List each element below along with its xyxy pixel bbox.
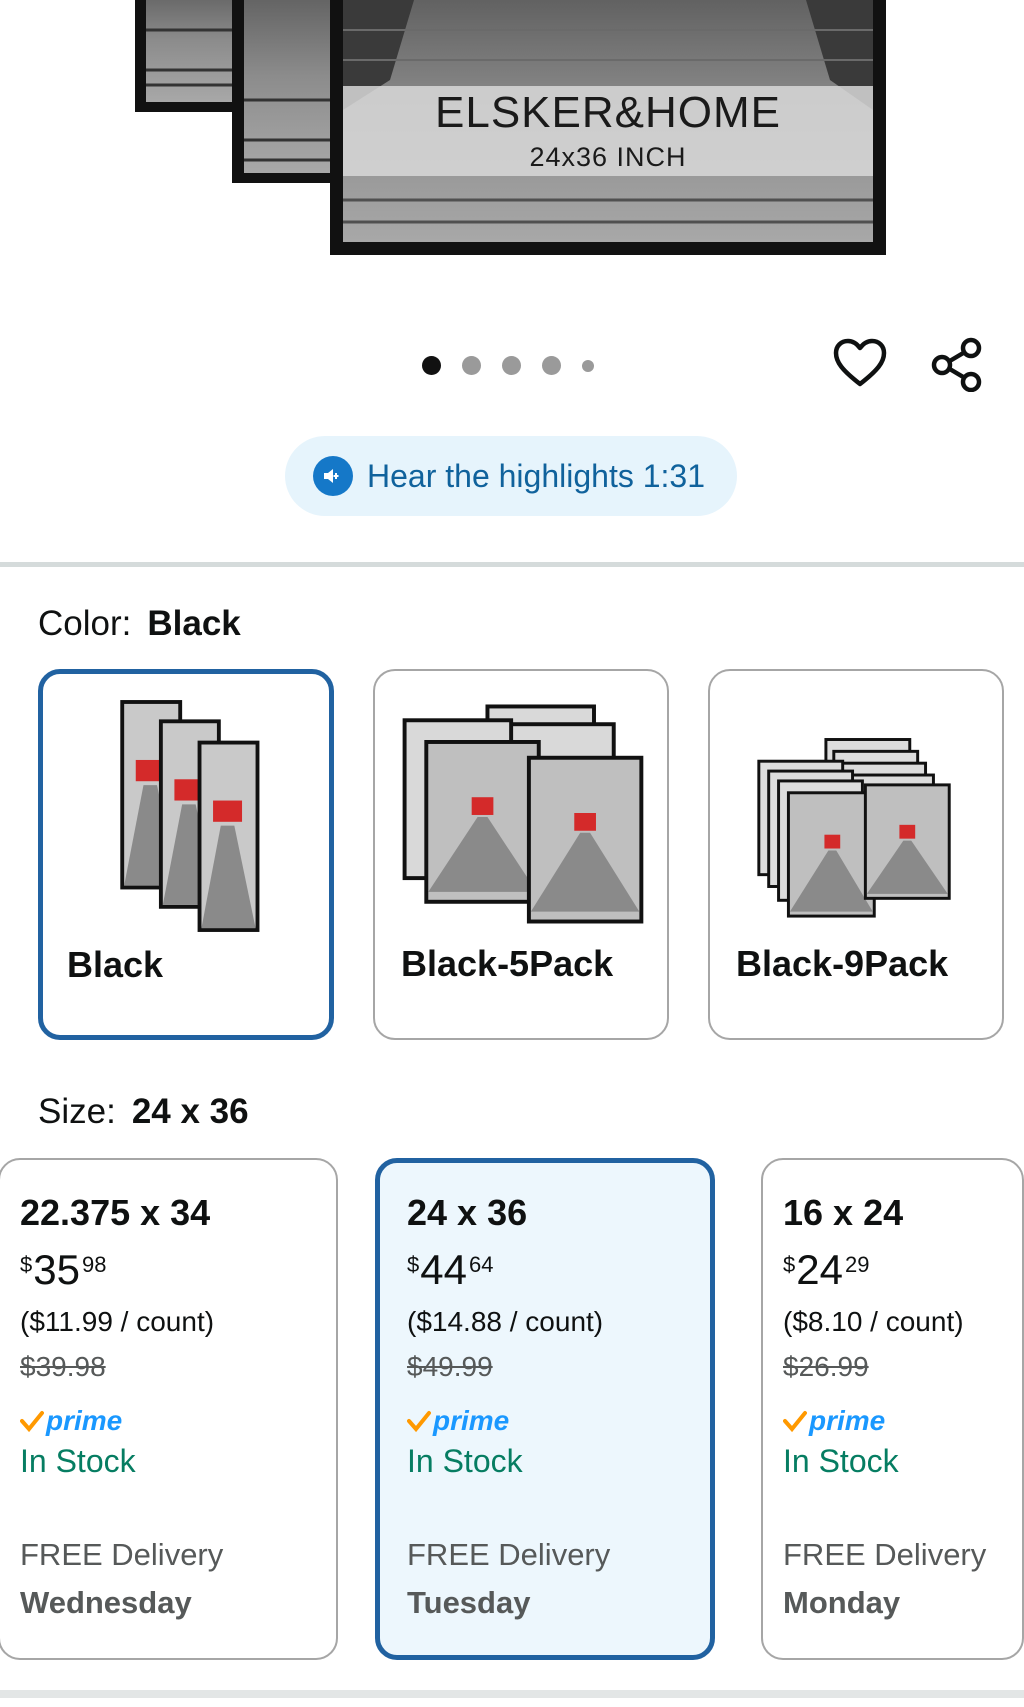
color-label: Color: Black — [38, 604, 241, 644]
price-whole: 24 — [796, 1246, 843, 1293]
size-selected-value: 24 x 36 — [131, 1092, 249, 1131]
color-option-black-5pack[interactable]: Black-5Pack — [373, 669, 669, 1040]
price-currency: $ — [20, 1252, 33, 1277]
stock-status: In Stock — [407, 1443, 523, 1479]
delivery-label: FREE Delivery — [783, 1537, 987, 1572]
price-fraction: 98 — [81, 1252, 107, 1277]
size-option-22-375x34[interactable]: 22.375 x 34 $35 98 ($11.99 / count) $39.9… — [0, 1158, 338, 1660]
list-price: $39.98 — [20, 1351, 106, 1382]
price-whole: 35 — [33, 1246, 80, 1293]
size-label-prefix: Size: — [38, 1092, 116, 1131]
color-option-name: Black-5Pack — [401, 943, 614, 984]
hear-highlights-label: Hear the highlights 1:31 — [367, 457, 705, 494]
prime-badge: prime — [407, 1399, 710, 1443]
list-price: $49.99 — [407, 1351, 493, 1382]
delivery-day: Wednesday — [20, 1585, 192, 1620]
delivery-day: Monday — [783, 1585, 901, 1620]
color-option-black-9pack[interactable]: Black-9Pack — [708, 669, 1004, 1040]
price: $24 29 — [783, 1246, 1022, 1306]
heart-icon[interactable] — [832, 336, 888, 392]
color-selected-value: Black — [147, 604, 241, 643]
color-option-thumbnail — [120, 700, 260, 932]
price-whole: 44 — [420, 1246, 467, 1293]
delivery-label: FREE Delivery — [20, 1537, 224, 1572]
price-per-count: ($8.10 / count) — [783, 1306, 964, 1337]
prime-label: prime — [809, 1405, 886, 1436]
color-option-name: Black — [67, 944, 164, 985]
price-currency: $ — [783, 1252, 796, 1277]
speaker-icon — [313, 456, 353, 496]
size-label: Size: 24 x 36 — [38, 1092, 249, 1132]
carousel-dot-5[interactable] — [582, 359, 594, 372]
price-per-count: ($11.99 / count) — [20, 1306, 215, 1337]
hero-size-text: 24x36 INCH — [529, 142, 687, 172]
carousel-dots[interactable] — [422, 356, 615, 375]
prime-label: prime — [433, 1405, 510, 1436]
prime-check-icon — [407, 1411, 431, 1433]
stock-status: In Stock — [783, 1443, 899, 1479]
section-divider — [0, 562, 1024, 567]
price-fraction: 29 — [844, 1252, 870, 1277]
size-option-16x24[interactable]: 16 x 24 $24 29 ($8.10 / count) $26.99 pri… — [761, 1158, 1024, 1660]
prime-badge: prime — [783, 1399, 1022, 1443]
color-option-name: Black-9Pack — [736, 943, 949, 984]
size-option-name: 16 x 24 — [783, 1192, 904, 1233]
carousel-dot-4[interactable] — [542, 356, 561, 375]
price-fraction: 64 — [468, 1252, 494, 1277]
hero-brand-text: ELSKER&HOME — [435, 88, 781, 137]
color-option-thumbnail — [402, 704, 644, 924]
color-option-thumbnail — [757, 738, 951, 918]
size-option-name: 22.375 x 34 — [20, 1192, 211, 1233]
carousel-dot-1[interactable] — [422, 356, 441, 375]
prime-check-icon — [20, 1411, 44, 1433]
prime-label: prime — [46, 1405, 123, 1436]
color-label-prefix: Color: — [38, 604, 132, 643]
stock-status: In Stock — [20, 1443, 136, 1479]
size-option-name: 24 x 36 — [407, 1192, 528, 1233]
price: $35 98 — [20, 1246, 336, 1306]
hear-highlights-button[interactable]: Hear the highlights 1:31 — [285, 436, 737, 516]
product-image[interactable]: ELSKER&HOME 24x36 INCH — [0, 0, 1024, 290]
prime-badge: prime — [20, 1399, 336, 1443]
price: $44 64 — [407, 1246, 710, 1306]
delivery-day: Tuesday — [407, 1585, 531, 1620]
price-currency: $ — [407, 1252, 420, 1277]
color-option-black[interactable]: Black — [38, 669, 334, 1040]
price-per-count: ($14.88 / count) — [407, 1306, 604, 1337]
delivery-label: FREE Delivery — [407, 1537, 611, 1572]
section-divider-bottom — [0, 1690, 1024, 1698]
prime-check-icon — [783, 1411, 807, 1433]
list-price: $26.99 — [783, 1351, 869, 1382]
share-icon[interactable] — [930, 336, 986, 393]
size-option-24x36[interactable]: 24 x 36 $44 64 ($14.88 / count) $49.99 pr… — [375, 1158, 715, 1660]
carousel-dot-3[interactable] — [502, 356, 521, 375]
carousel-dot-2[interactable] — [462, 356, 481, 375]
